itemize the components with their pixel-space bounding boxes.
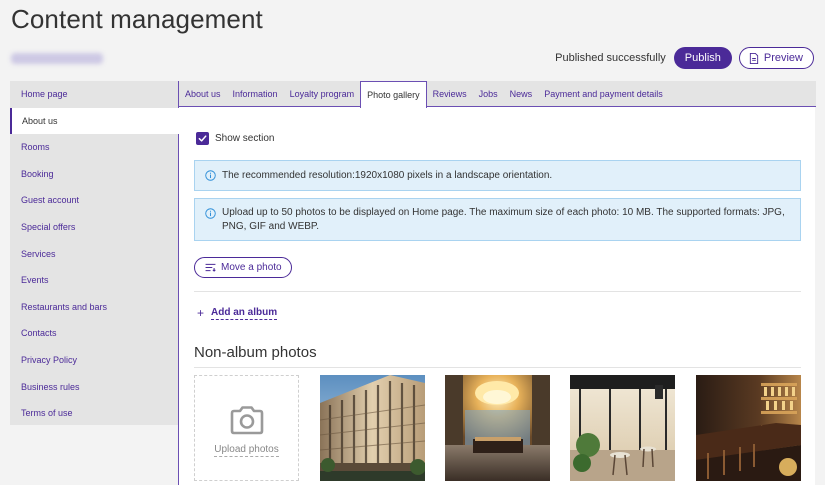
sidebar-item-special-offers[interactable]: Special offers — [10, 214, 179, 241]
camera-icon — [230, 405, 263, 434]
tab-payment-details[interactable]: Payment and payment details — [538, 81, 669, 106]
sidebar-item-booking[interactable]: Booking — [10, 161, 179, 188]
resolution-info-text: The recommended resolution:1920x1080 pix… — [222, 169, 553, 181]
sidebar-item-restaurants-and-bars[interactable]: Restaurants and bars — [10, 294, 179, 321]
non-album-photos-title: Non-album photos — [194, 344, 317, 361]
sidebar-item-services[interactable]: Services — [10, 241, 179, 268]
tab-bar: About us Information Loyalty program Pho… — [179, 81, 816, 108]
divider — [194, 291, 801, 292]
divider — [194, 367, 801, 368]
tab-photo-gallery[interactable]: Photo gallery — [360, 81, 427, 108]
publish-button[interactable]: Publish — [673, 47, 732, 69]
checkmark-icon — [198, 135, 207, 142]
sidebar: Home page About us Rooms Booking Guest a… — [10, 81, 180, 427]
resolution-info-banner: The recommended resolution:1920x1080 pix… — [194, 160, 801, 191]
tab-news[interactable]: News — [504, 81, 539, 106]
sidebar-item-rooms[interactable]: Rooms — [10, 134, 179, 161]
tab-about-us[interactable]: About us — [179, 81, 227, 106]
move-photo-button[interactable]: Move a photo — [194, 257, 292, 278]
tab-reviews[interactable]: Reviews — [427, 81, 473, 106]
move-list-icon — [205, 263, 216, 272]
sidebar-item-about-us[interactable]: About us — [10, 107, 180, 135]
tab-loyalty-program[interactable]: Loyalty program — [284, 81, 361, 106]
upload-photos-tile[interactable]: Upload photos — [194, 375, 299, 481]
add-album-label: Add an album — [211, 306, 278, 320]
content-panel: About us Information Loyalty program Pho… — [178, 81, 816, 485]
show-section-label: Show section — [215, 133, 275, 144]
document-icon — [749, 52, 758, 64]
sidebar-item-terms-of-use[interactable]: Terms of use — [10, 400, 179, 427]
gallery-photo-hotel-lobby[interactable] — [445, 375, 550, 481]
sidebar-item-events[interactable]: Events — [10, 267, 179, 294]
plus-icon: + — [197, 306, 205, 320]
show-section-checkbox[interactable] — [196, 132, 209, 145]
gallery-photo-hotel-bar[interactable] — [696, 375, 801, 481]
sidebar-item-home-page[interactable]: Home page — [10, 81, 179, 108]
account-name-redacted — [11, 53, 103, 64]
upload-info-text: Upload up to 50 photos to be displayed o… — [222, 207, 785, 232]
sidebar-item-business-rules[interactable]: Business rules — [10, 374, 179, 401]
preview-button[interactable]: Preview — [738, 47, 814, 69]
info-icon — [205, 170, 216, 181]
publish-status-text: Published successfully — [555, 52, 666, 64]
sidebar-item-privacy-policy[interactable]: Privacy Policy — [10, 347, 179, 374]
sidebar-item-guest-account[interactable]: Guest account — [10, 187, 179, 214]
top-actions: Published successfully Publish Preview — [555, 47, 814, 69]
info-icon — [205, 208, 216, 219]
show-section-toggle[interactable]: Show section — [196, 132, 274, 145]
upload-info-banner: Upload up to 50 photos to be displayed o… — [194, 198, 801, 241]
tab-information[interactable]: Information — [227, 81, 284, 106]
gallery-photo-hotel-facade[interactable] — [320, 375, 425, 481]
tab-jobs[interactable]: Jobs — [473, 81, 504, 106]
gallery-photo-terrace-cafe[interactable] — [570, 375, 675, 481]
move-photo-label: Move a photo — [221, 262, 282, 273]
add-album-link[interactable]: + Add an album — [197, 306, 278, 320]
sidebar-item-contacts[interactable]: Contacts — [10, 320, 179, 347]
page-title: Content management — [11, 4, 263, 34]
preview-button-label: Preview — [763, 52, 803, 64]
upload-photos-label: Upload photos — [214, 443, 279, 457]
